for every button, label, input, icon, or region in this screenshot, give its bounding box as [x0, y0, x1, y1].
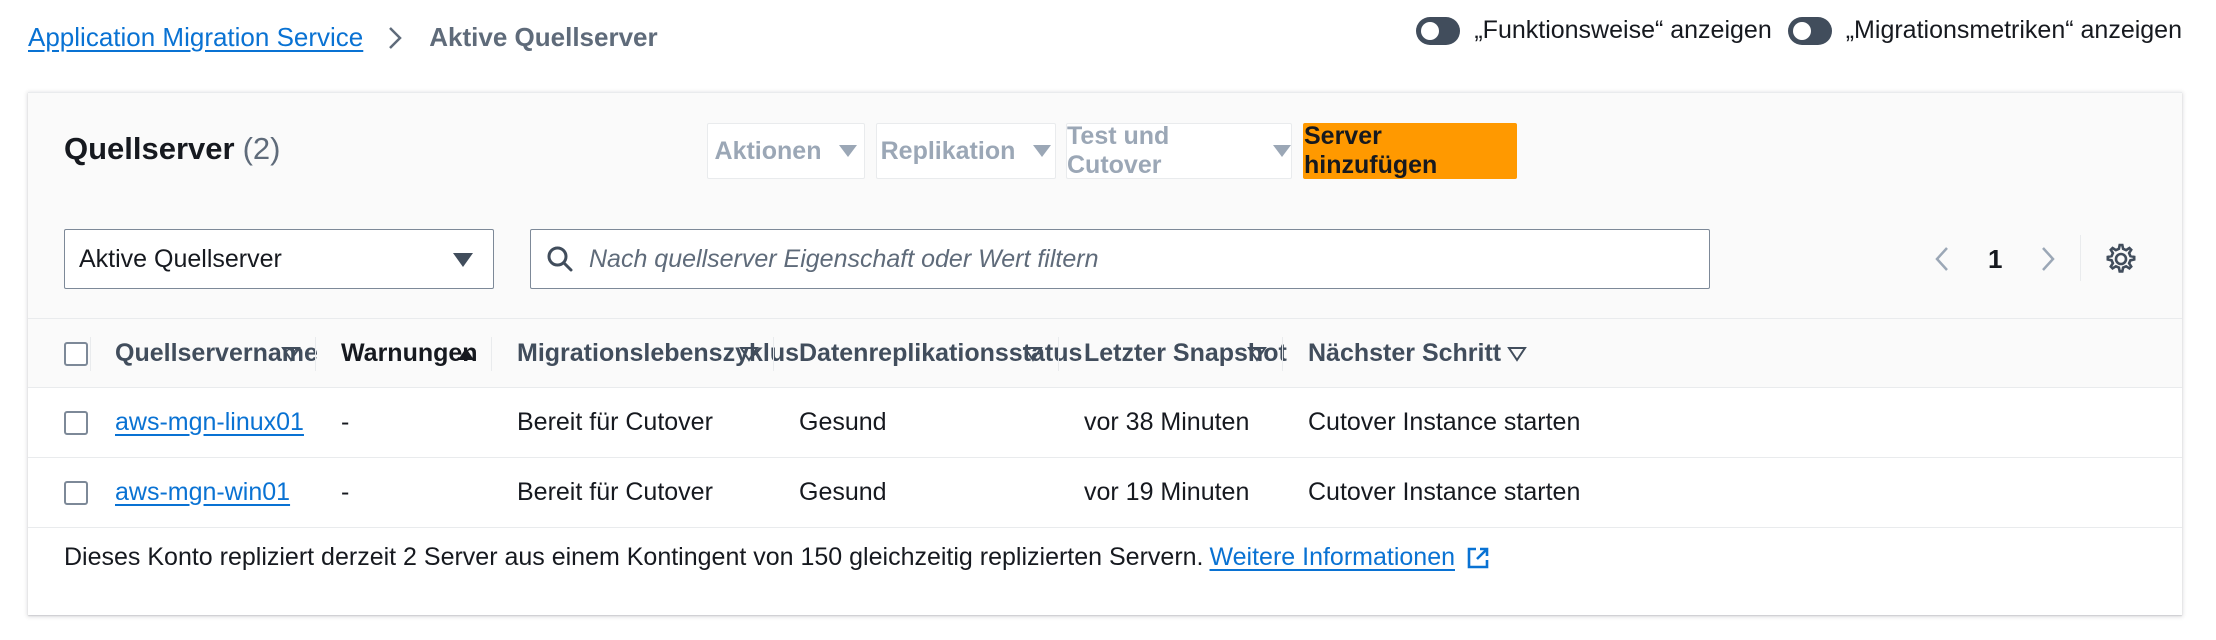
cell-last-snapshot: vor 38 Minuten [1084, 408, 1250, 436]
toggle-migration-metrics-label: „Migrationsmetriken“ anzeigen [1845, 16, 2182, 44]
caret-down-icon [1033, 145, 1052, 157]
cell-next-step: Cutover Instance starten [1308, 478, 1581, 506]
current-page[interactable]: 1 [1988, 244, 2002, 275]
test-cutover-button[interactable]: Test und Cutover [1066, 122, 1292, 179]
sort-icon[interactable] [280, 343, 302, 365]
toggle-how-it-works-switch[interactable] [1416, 16, 1461, 45]
external-link-icon [1467, 547, 1489, 568]
column-divider [491, 337, 492, 371]
quota-text: Dieses Konto repliziert derzeit 2 Server… [64, 543, 1204, 571]
search-input[interactable] [589, 244, 1689, 274]
chevron-right-icon [389, 26, 403, 49]
add-server-button-label: Server hinzufügen [1304, 122, 1438, 179]
sort-icon[interactable] [738, 343, 760, 365]
replication-button[interactable]: Replikation [876, 123, 1056, 179]
caret-down-icon [453, 253, 473, 267]
search-icon [547, 246, 573, 272]
table-row: aws-mgn-win01 - Bereit für Cutover Gesun… [28, 458, 2182, 528]
cell-next-step: Cutover Instance starten [1308, 408, 1581, 436]
panel-header: Quellserver (2) Aktionen Replikation Test… [28, 93, 2182, 318]
actions-button-label: Aktionen [714, 136, 822, 165]
toggle-migration-metrics-switch[interactable] [1787, 16, 1832, 45]
pagination: 1 [1928, 231, 2062, 287]
pagination-divider [2080, 235, 2081, 281]
caret-down-icon [1273, 145, 1291, 157]
add-server-button[interactable]: Server hinzufügen [1303, 122, 1517, 179]
select-all-checkbox[interactable] [64, 342, 88, 366]
column-divider [90, 337, 91, 371]
column-divider [315, 337, 316, 371]
caret-down-icon [839, 145, 858, 157]
toggle-how-it-works-label: „Funktionsweise“ anzeigen [1474, 16, 1772, 44]
view-toggles: „Funktionsweise“ anzeigen „Migrationsmet… [1416, 16, 2182, 45]
row-checkbox[interactable] [64, 411, 88, 435]
cell-lifecycle: Bereit für Cutover [517, 478, 713, 506]
toggle-migration-metrics: „Migrationsmetriken“ anzeigen [1787, 16, 2182, 45]
panel-count: (2) [242, 131, 281, 166]
row-checkbox[interactable] [64, 481, 88, 505]
source-servers-panel: Quellserver (2) Aktionen Replikation Test… [28, 92, 2182, 615]
cell-warnings: - [341, 408, 350, 436]
servers-table: Quellservername Warnungen Migrationslebe… [28, 318, 2182, 528]
sort-icon[interactable] [1022, 343, 1044, 365]
column-divider [1058, 337, 1059, 371]
cell-replication-status: Gesund [799, 408, 887, 436]
quota-footer: Dieses Konto repliziert derzeit 2 Server… [64, 543, 1491, 572]
sort-icon[interactable] [1246, 343, 1268, 365]
server-filter-select[interactable]: Aktive Quellserver [64, 229, 494, 289]
breadcrumb-current: Aktive Quellserver [429, 22, 658, 52]
actions-button[interactable]: Aktionen [707, 123, 865, 179]
cell-warnings: - [341, 478, 350, 506]
toggle-how-it-works: „Funktionsweise“ anzeigen [1416, 16, 1772, 45]
sort-icon[interactable] [1506, 343, 1528, 365]
cell-last-snapshot: vor 19 Minuten [1084, 478, 1250, 506]
chevron-left-icon[interactable] [1928, 244, 1958, 274]
panel-title: Quellserver (2) [64, 131, 281, 167]
gear-icon[interactable] [2104, 242, 2138, 276]
breadcrumb: Application Migration Service Aktive Que… [28, 22, 658, 53]
learn-more-label: Weitere Informationen [1209, 543, 1456, 571]
replication-button-label: Replikation [880, 136, 1016, 165]
top-bar: Application Migration Service Aktive Que… [0, 0, 2216, 80]
column-divider [773, 337, 774, 371]
sort-ascending-icon[interactable] [455, 343, 477, 365]
search-field[interactable] [530, 229, 1710, 289]
breadcrumb-root-link[interactable]: Application Migration Service [28, 22, 363, 53]
server-name-link[interactable]: aws-mgn-win01 [115, 478, 290, 507]
test-cutover-button-label: Test und Cutover [1067, 122, 1170, 179]
learn-more-link[interactable]: Weitere Informationen [1210, 543, 1492, 572]
server-filter-selected: Aktive Quellserver [79, 244, 282, 273]
panel-title-text: Quellserver [64, 131, 235, 166]
table-row: aws-mgn-linux01 - Bereit für Cutover Ges… [28, 388, 2182, 458]
column-divider [1282, 337, 1283, 371]
table-header-row: Quellservername Warnungen Migrationslebe… [28, 318, 2182, 388]
chevron-right-icon[interactable] [2032, 244, 2062, 274]
cell-lifecycle: Bereit für Cutover [517, 408, 713, 436]
column-header-next-step[interactable]: Nächster Schritt [1308, 319, 1501, 387]
server-name-link[interactable]: aws-mgn-linux01 [115, 408, 304, 437]
cell-replication-status: Gesund [799, 478, 887, 506]
